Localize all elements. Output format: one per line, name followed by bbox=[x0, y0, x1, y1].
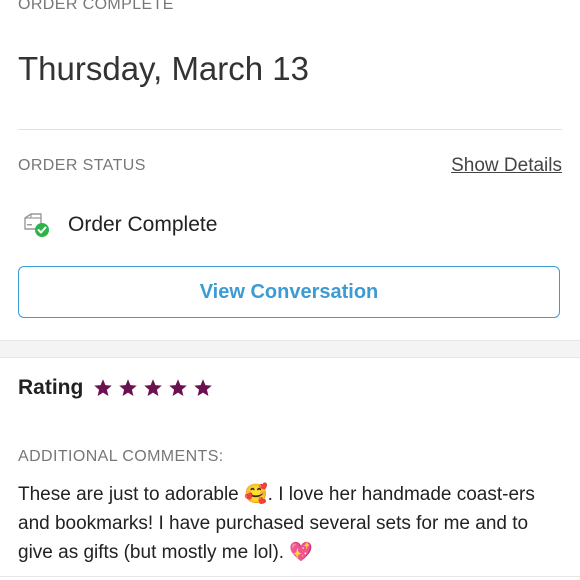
rating-row: Rating bbox=[18, 376, 218, 400]
additional-comments-text: These are just to adorable 🥰. I love her… bbox=[18, 484, 535, 563]
order-status-text: Order Complete bbox=[68, 213, 218, 236]
rating-stars bbox=[93, 378, 218, 398]
star-icon bbox=[144, 379, 163, 396]
show-details-link[interactable]: Show Details bbox=[451, 155, 562, 177]
order-details-screen: ORDER COMPLETE Thursday, March 13 ORDER … bbox=[0, 0, 580, 580]
order-status-label: ORDER STATUS bbox=[18, 157, 146, 174]
section-separator bbox=[0, 340, 580, 358]
order-status-row: Order Complete bbox=[22, 210, 217, 240]
section-label: ORDER COMPLETE bbox=[18, 0, 174, 13]
star-icon bbox=[194, 379, 213, 396]
star-icon bbox=[169, 379, 188, 396]
package-check-icon bbox=[22, 211, 50, 239]
view-conversation-button[interactable]: View Conversation bbox=[18, 266, 560, 318]
rating-label: Rating bbox=[18, 376, 84, 399]
divider bbox=[18, 129, 562, 130]
star-icon bbox=[119, 379, 138, 396]
star-icon bbox=[94, 379, 113, 396]
order-date-title: Thursday, March 13 bbox=[18, 50, 310, 87]
additional-comments-label: ADDITIONAL COMMENTS: bbox=[18, 448, 224, 465]
divider bbox=[0, 576, 580, 577]
